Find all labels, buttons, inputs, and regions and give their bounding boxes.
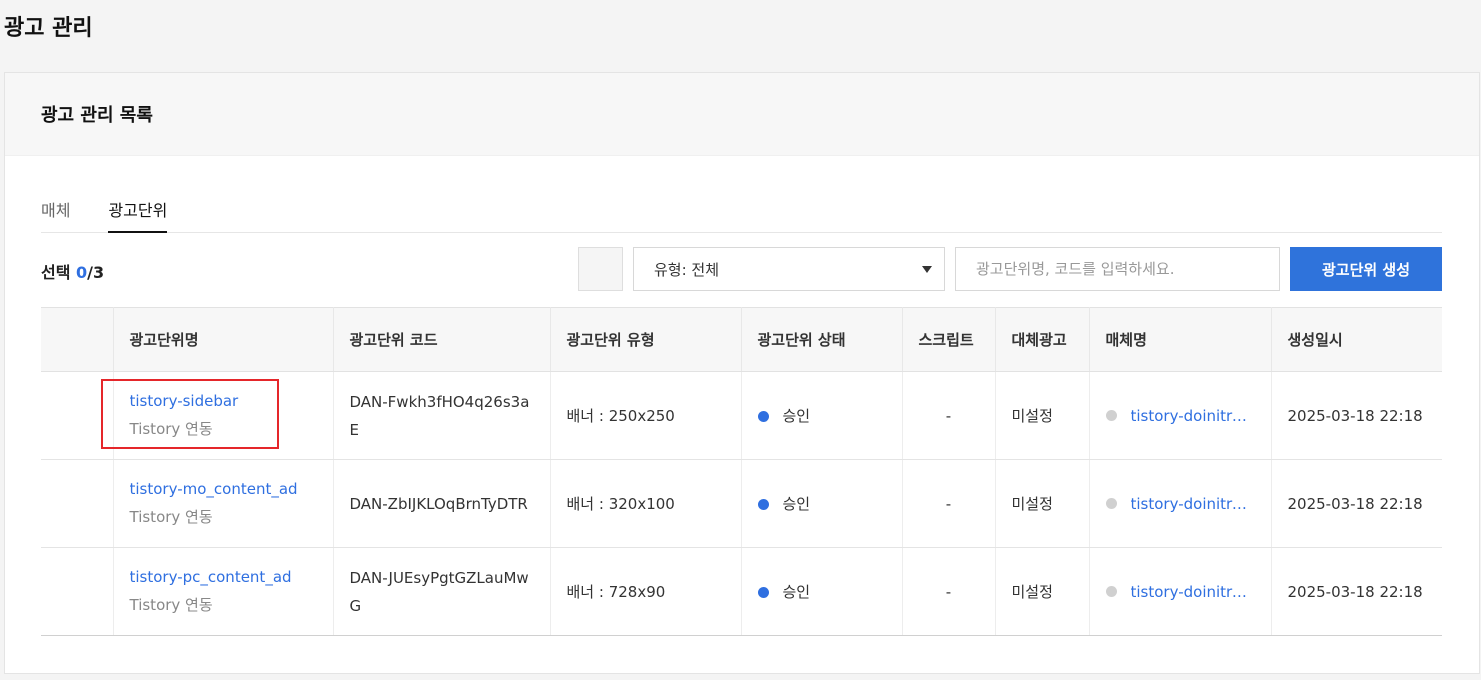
- tab-bar: 매체 광고단위: [41, 193, 1442, 233]
- type-filter-value: 유형: 전체: [654, 260, 720, 279]
- tab-media[interactable]: 매체: [41, 193, 70, 233]
- table-row[interactable]: tistory-mo_content_ad Tistory 연동 DAN-ZbI…: [41, 459, 1442, 548]
- ad-unit-type: 배너 : 250x250: [550, 371, 742, 460]
- row-select-cell[interactable]: [41, 547, 114, 636]
- integration-label: Tistory 연동: [129, 420, 213, 438]
- ad-unit-code: DAN-ZbIJKLOqBrnTyDTR: [333, 459, 551, 548]
- media-name-cell: tistory-doinitrend: [1089, 371, 1272, 460]
- ad-list-panel: 광고 관리 목록 매체 광고단위 선택 0/3 유형: 전체 광고단위 생성: [4, 72, 1480, 674]
- ad-unit-table: 광고단위명 광고단위 코드 광고단위 유형 광고단위 상태 스크립트 대체광고 …: [41, 307, 1442, 636]
- ad-unit-name-link[interactable]: tistory-mo_content_ad: [130, 480, 300, 498]
- created-at: 2025-03-18 22:18: [1271, 459, 1442, 548]
- table-row[interactable]: tistory-pc_content_ad Tistory 연동 DAN-JUE…: [41, 547, 1442, 636]
- caret-down-icon: [922, 266, 932, 273]
- status-dot-icon: [757, 411, 769, 422]
- selection-count: 선택 0/3: [41, 259, 104, 283]
- ad-unit-name-link[interactable]: tistory-sidebar: [130, 392, 300, 410]
- ad-unit-name-cell: tistory-sidebar Tistory 연동: [113, 371, 334, 460]
- integration-label: Tistory 연동: [129, 596, 213, 614]
- script-cell: -: [902, 459, 996, 548]
- search-input[interactable]: [955, 247, 1280, 291]
- ad-unit-status: 승인: [741, 459, 903, 548]
- total-count: /3: [87, 263, 105, 282]
- page-title: 광고 관리: [4, 16, 93, 41]
- integration-label: Tistory 연동: [129, 508, 213, 526]
- col-header-status[interactable]: 광고단위 상태: [741, 307, 903, 372]
- row-select-cell[interactable]: [41, 459, 114, 548]
- media-name-cell: tistory-doinitrend: [1089, 547, 1272, 636]
- script-cell: -: [902, 547, 996, 636]
- type-filter-select[interactable]: 유형: 전체: [633, 247, 945, 291]
- table-row[interactable]: tistory-sidebar Tistory 연동 DAN-Fwkh3fHO4…: [41, 371, 1442, 460]
- col-header-script: 스크립트: [902, 307, 996, 372]
- col-header-type[interactable]: 광고단위 유형: [550, 307, 742, 372]
- col-header-code[interactable]: 광고단위 코드: [333, 307, 551, 372]
- panel-header: 광고 관리 목록: [5, 73, 1479, 156]
- media-name-link[interactable]: tistory-doinitrend: [1131, 495, 1256, 513]
- status-label: 승인: [782, 407, 811, 425]
- col-header-name[interactable]: 광고단위명: [113, 307, 334, 372]
- created-at: 2025-03-18 22:18: [1271, 547, 1442, 636]
- panel-title: 광고 관리 목록: [41, 105, 153, 126]
- bulk-action-button[interactable]: [578, 247, 623, 291]
- status-label: 승인: [782, 495, 811, 513]
- col-header-select: [41, 307, 114, 372]
- ad-unit-status: 승인: [741, 371, 903, 460]
- ad-unit-name-cell: tistory-mo_content_ad Tistory 연동: [113, 459, 334, 548]
- create-ad-unit-button[interactable]: 광고단위 생성: [1290, 247, 1442, 291]
- ad-unit-status: 승인: [741, 547, 903, 636]
- col-header-fallback: 대체광고: [995, 307, 1090, 372]
- media-dot-icon: [1105, 410, 1117, 422]
- media-dot-icon: [1105, 498, 1117, 510]
- table-header-row: 광고단위명 광고단위 코드 광고단위 유형 광고단위 상태 스크립트 대체광고 …: [41, 307, 1442, 372]
- status-dot-icon: [757, 587, 769, 598]
- media-dot-icon: [1105, 586, 1117, 598]
- col-header-media[interactable]: 매체명: [1089, 307, 1272, 372]
- ad-unit-name-cell: tistory-pc_content_ad Tistory 연동: [113, 547, 334, 636]
- ad-unit-type: 배너 : 728x90: [550, 547, 742, 636]
- fallback-ad: 미설정: [995, 371, 1090, 460]
- script-cell: -: [902, 371, 996, 460]
- status-label: 승인: [782, 583, 811, 601]
- status-dot-icon: [757, 499, 769, 510]
- selected-count: 0: [76, 263, 88, 282]
- ad-unit-name-link[interactable]: tistory-pc_content_ad: [130, 568, 300, 586]
- fallback-ad: 미설정: [995, 547, 1090, 636]
- col-header-created[interactable]: 생성일시: [1271, 307, 1442, 372]
- selection-label: 선택: [41, 263, 71, 282]
- ad-unit-code: DAN-JUEsyPgtGZLauMwG: [333, 547, 551, 636]
- media-name-link[interactable]: tistory-doinitrend: [1131, 407, 1256, 425]
- ad-unit-type: 배너 : 320x100: [550, 459, 742, 548]
- row-select-cell[interactable]: [41, 371, 114, 460]
- tab-ad-unit[interactable]: 광고단위: [108, 193, 168, 233]
- fallback-ad: 미설정: [995, 459, 1090, 548]
- ad-unit-code: DAN-Fwkh3fHO4q26s3aE: [333, 371, 551, 460]
- media-name-cell: tistory-doinitrend: [1089, 459, 1272, 548]
- media-name-link[interactable]: tistory-doinitrend: [1131, 583, 1256, 601]
- created-at: 2025-03-18 22:18: [1271, 371, 1442, 460]
